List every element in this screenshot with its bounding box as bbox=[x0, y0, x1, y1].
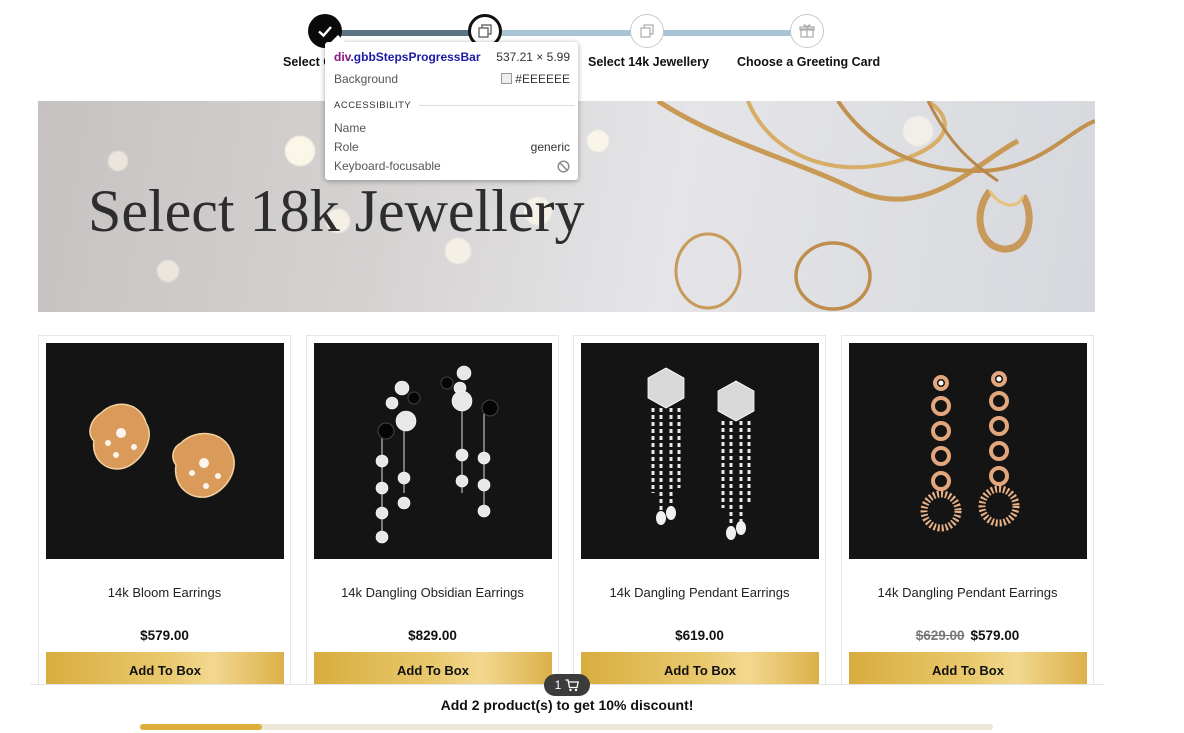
inspector-focus-row: Keyboard-focusable bbox=[334, 159, 570, 173]
inspector-role-value: generic bbox=[530, 140, 570, 154]
inspector-background-value-wrap: #EEEEEE bbox=[501, 72, 570, 86]
product-price-value: $829.00 bbox=[408, 628, 457, 643]
cart-icon bbox=[565, 678, 580, 691]
discount-bar: 1 Add 2 product(s) to get 10% discount! bbox=[30, 674, 1104, 733]
product-image[interactable] bbox=[314, 343, 552, 559]
inspector-header: div.gbbStepsProgressBar 537.21 × 5.99 bbox=[334, 50, 570, 64]
inspector-name-row: Name bbox=[334, 121, 570, 135]
product-card[interactable]: 14k Bloom Earrings $579.00 Add To Box bbox=[38, 335, 291, 695]
rose-gold-pendant-earrings-image bbox=[920, 371, 1020, 532]
color-swatch-icon bbox=[501, 73, 513, 84]
gift-icon bbox=[799, 24, 815, 38]
product-image[interactable] bbox=[849, 343, 1087, 559]
product-price: $629.00 $579.00 bbox=[842, 628, 1093, 643]
inspector-tooltip: div.gbbStepsProgressBar 537.21 × 5.99 Ba… bbox=[325, 35, 578, 180]
product-card[interactable]: 14k Dangling Pendant Earrings $629.00 $57… bbox=[841, 335, 1094, 695]
cart-badge[interactable]: 1 bbox=[544, 674, 590, 696]
discount-message: Add 2 product(s) to get 10% discount! bbox=[440, 697, 694, 713]
inspector-section-title: ACCESSIBILITY bbox=[334, 100, 575, 111]
product-price-value: $579.00 bbox=[970, 628, 1020, 643]
product-card[interactable]: 14k Dangling Obsidian Earrings $829.00 A… bbox=[306, 335, 559, 695]
inspector-class: .gbbStepsProgressBar bbox=[350, 50, 481, 64]
step-3-label: Select 14k Jewellery bbox=[588, 55, 709, 69]
inspector-role-row: Role generic bbox=[334, 140, 570, 154]
inspector-focus-label: Keyboard-focusable bbox=[334, 159, 441, 173]
copy-icon bbox=[640, 24, 654, 38]
inspector-tag: div bbox=[334, 50, 351, 64]
product-name[interactable]: 14k Bloom Earrings bbox=[39, 585, 290, 600]
product-price: $829.00 bbox=[307, 628, 558, 643]
product-price: $619.00 bbox=[574, 628, 825, 643]
inspector-selector: div.gbbStepsProgressBar bbox=[334, 50, 481, 64]
product-price-value: $619.00 bbox=[675, 628, 724, 643]
copy-icon bbox=[478, 24, 492, 38]
product-old-price: $629.00 bbox=[915, 628, 965, 643]
inspector-role-label: Role bbox=[334, 140, 359, 154]
inspector-section-row: ACCESSIBILITY bbox=[334, 100, 570, 111]
inspector-background-label: Background bbox=[334, 72, 399, 86]
product-image[interactable] bbox=[581, 343, 819, 559]
banner-title: Select 18k Jewellery bbox=[88, 178, 585, 244]
product-card[interactable]: 14k Dangling Pendant Earrings $619.00 Ad… bbox=[573, 335, 826, 695]
step-4-label: Choose a Greeting Card bbox=[737, 55, 881, 69]
product-price-value: $579.00 bbox=[140, 628, 189, 643]
step-3-circle[interactable] bbox=[630, 14, 664, 48]
discount-progress-track bbox=[140, 724, 993, 730]
step-4-circle[interactable] bbox=[790, 14, 824, 48]
not-allowed-icon bbox=[557, 159, 570, 173]
inspector-background-row: Background #EEEEEE bbox=[334, 72, 570, 86]
product-name[interactable]: 14k Dangling Pendant Earrings bbox=[842, 585, 1093, 600]
discount-progress-fill bbox=[140, 724, 262, 730]
steps-progress-fill bbox=[325, 30, 485, 36]
inspector-name-label: Name bbox=[334, 121, 367, 135]
inspector-background-value: #EEEEEE bbox=[515, 72, 570, 86]
product-name[interactable]: 14k Dangling Pendant Earrings bbox=[574, 585, 825, 600]
product-name[interactable]: 14k Dangling Obsidian Earrings bbox=[307, 585, 558, 600]
jewellery-banner-image bbox=[656, 101, 1095, 311]
steps-progress: Select C Select 14k Jewellery Choose a G… bbox=[0, 0, 1184, 80]
product-price: $579.00 bbox=[39, 628, 290, 643]
bloom-earrings-image bbox=[89, 403, 235, 498]
pendant-earrings-image bbox=[647, 367, 755, 540]
obsidian-earrings-image bbox=[375, 365, 499, 544]
product-image[interactable] bbox=[46, 343, 284, 559]
inspector-dimensions: 537.21 × 5.99 bbox=[496, 50, 570, 64]
cart-count: 1 bbox=[554, 678, 562, 692]
